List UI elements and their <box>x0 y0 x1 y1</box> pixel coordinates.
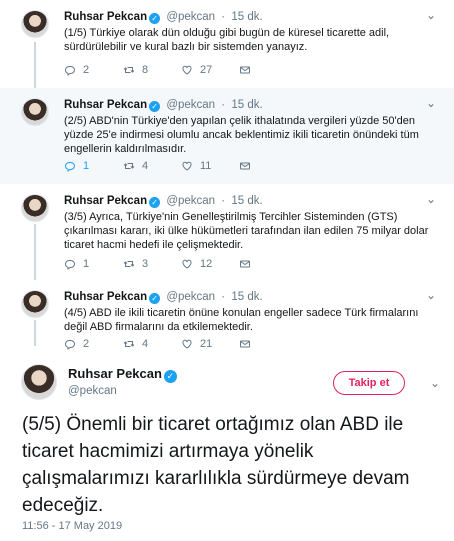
dot-separator: · <box>221 291 226 303</box>
heart-icon <box>182 161 192 171</box>
avatar[interactable] <box>21 290 49 318</box>
dm-button[interactable] <box>239 64 251 76</box>
retweet-count: 4 <box>142 160 149 172</box>
reply-button[interactable]: 2 <box>64 64 89 76</box>
dm-button[interactable] <box>239 258 251 270</box>
dot-separator: · <box>221 195 226 207</box>
tweet-text: (1/5) Türkiye olarak dün olduğu gibi bug… <box>64 27 390 53</box>
author-name[interactable]: Ruhsar Pekcan <box>68 366 162 381</box>
tweet-time[interactable]: 15 dk. <box>231 195 262 207</box>
reply-count: 2 <box>83 338 90 350</box>
envelope-icon <box>240 260 250 268</box>
author-handle[interactable]: @pekcan <box>166 291 215 303</box>
like-count: 27 <box>200 64 213 76</box>
tweet-text: (3/5) Ayrıca, Türkiye'nin Genelleştirilm… <box>64 211 429 251</box>
thread-tweet-3[interactable]: Ruhsar Pekcan ✓ @pekcan · 15 dk. ⌄ (3/5) … <box>0 184 454 280</box>
dm-button[interactable] <box>239 160 251 172</box>
chevron-down-icon[interactable]: ⌄ <box>426 8 436 22</box>
retweet-button[interactable]: 8 <box>123 64 148 76</box>
retweet-icon <box>123 261 135 267</box>
verified-badge-icon: ✓ <box>149 13 161 24</box>
tweet-timestamp[interactable]: 11:56 - 17 May 2019 <box>22 520 122 532</box>
envelope-icon <box>240 162 250 170</box>
author-handle[interactable]: @pekcan <box>68 385 117 397</box>
reply-icon <box>64 340 75 350</box>
heart-icon <box>182 65 192 75</box>
main-author: Ruhsar Pekcan ✓ <box>68 366 177 383</box>
chevron-down-icon[interactable]: ⌄ <box>426 192 436 206</box>
thread-tweet-1[interactable]: Ruhsar Pekcan ✓ @pekcan · 15 dk. ⌄ (1/5) … <box>0 0 454 88</box>
tweet-time[interactable]: 15 dk. <box>231 99 262 111</box>
tweet-header: Ruhsar Pekcan ✓ @pekcan · 15 dk. <box>64 291 263 304</box>
retweet-icon <box>123 341 135 347</box>
chevron-down-icon[interactable]: ⌄ <box>430 376 440 390</box>
author-name[interactable]: Ruhsar Pekcan <box>64 11 147 23</box>
author-name[interactable]: Ruhsar Pekcan <box>64 195 147 207</box>
tweet-header: Ruhsar Pekcan ✓ @pekcan · 15 dk. <box>64 195 263 208</box>
dot-separator: · <box>221 99 226 111</box>
reply-count: 1 <box>83 258 90 270</box>
follow-button[interactable]: Takip et <box>333 371 405 395</box>
tweet-header: Ruhsar Pekcan ✓ @pekcan · 15 dk. <box>64 11 263 24</box>
author-handle[interactable]: @pekcan <box>166 99 215 111</box>
verified-badge-icon: ✓ <box>149 293 161 304</box>
heart-icon <box>182 339 192 349</box>
avatar[interactable] <box>21 364 57 400</box>
retweet-button[interactable]: 4 <box>123 160 148 172</box>
retweet-icon <box>123 163 135 169</box>
retweet-button[interactable]: 3 <box>123 258 148 270</box>
reply-icon <box>64 260 75 270</box>
verified-badge-icon: ✓ <box>149 101 161 112</box>
envelope-icon <box>240 340 250 348</box>
reply-button[interactable]: 2 <box>64 338 89 350</box>
tweet-text: (4/5) ABD ile ikili ticaretin önüne konu… <box>64 307 419 333</box>
dot-separator: · <box>221 11 226 23</box>
like-button[interactable]: 27 <box>181 64 212 76</box>
reply-button[interactable]: 1 <box>64 160 89 172</box>
like-count: 11 <box>200 160 212 172</box>
like-button[interactable]: 21 <box>181 338 212 350</box>
heart-icon <box>182 259 192 269</box>
tweet-header: Ruhsar Pekcan ✓ @pekcan · 15 dk. <box>64 99 263 112</box>
retweet-count: 8 <box>142 64 149 76</box>
verified-badge-icon: ✓ <box>149 197 161 208</box>
author-handle[interactable]: @pekcan <box>166 11 215 23</box>
tweet-time[interactable]: 15 dk. <box>231 291 262 303</box>
reply-icon <box>64 162 75 172</box>
like-count: 21 <box>200 338 213 350</box>
like-button[interactable]: 12 <box>181 258 212 270</box>
avatar[interactable] <box>21 194 49 222</box>
chevron-down-icon[interactable]: ⌄ <box>426 96 436 110</box>
tweet-time[interactable]: 15 dk. <box>231 11 262 23</box>
reply-icon <box>64 66 75 76</box>
retweet-icon <box>123 67 135 73</box>
author-name[interactable]: Ruhsar Pekcan <box>64 291 147 303</box>
verified-badge-icon: ✓ <box>163 370 177 383</box>
reply-count: 2 <box>83 64 90 76</box>
like-count: 12 <box>200 258 213 270</box>
author-name[interactable]: Ruhsar Pekcan <box>64 99 147 111</box>
thread-tweet-4[interactable]: Ruhsar Pekcan ✓ @pekcan · 15 dk. ⌄ (4/5) … <box>0 280 454 358</box>
reply-button[interactable]: 1 <box>64 258 89 270</box>
thread-tweet-2[interactable]: Ruhsar Pekcan ✓ @pekcan · 15 dk. ⌄ (2/5) … <box>0 88 454 184</box>
avatar[interactable] <box>21 98 49 126</box>
reply-count: 1 <box>83 160 90 172</box>
retweet-count: 4 <box>142 338 149 350</box>
retweet-button[interactable]: 4 <box>123 338 148 350</box>
chevron-down-icon[interactable]: ⌄ <box>426 288 436 302</box>
envelope-icon <box>240 66 250 74</box>
retweet-count: 3 <box>142 258 149 270</box>
dm-button[interactable] <box>239 338 251 350</box>
tweet-text: (2/5) ABD'nin Türkiye'den yapılan çelik … <box>64 115 419 155</box>
main-tweet-text: (5/5) Önemli bir ticaret ortağımız olan … <box>22 414 410 516</box>
avatar[interactable] <box>21 10 49 38</box>
like-button[interactable]: 11 <box>181 160 211 172</box>
author-handle[interactable]: @pekcan <box>166 195 215 207</box>
